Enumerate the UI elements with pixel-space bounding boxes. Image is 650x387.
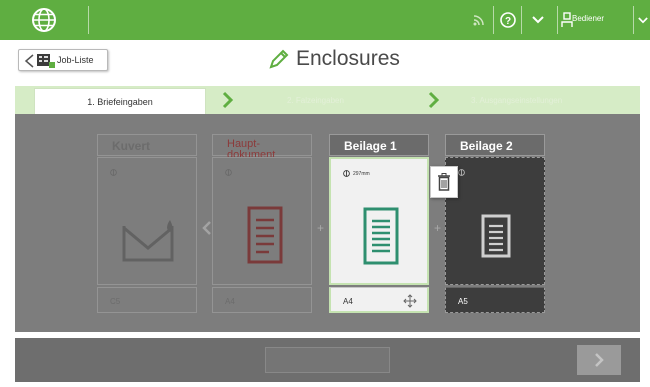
plus-icon: + — [317, 221, 325, 235]
card-body: 297mm — [329, 157, 429, 285]
card-body — [97, 157, 197, 285]
divider — [493, 6, 494, 34]
chevron-right-icon — [222, 91, 234, 109]
card-beilage-1[interactable]: Beilage 1 297mm A4 — [329, 134, 429, 324]
chevron-right-icon — [595, 353, 604, 367]
job-list-back-button[interactable]: Job-Liste — [18, 49, 108, 71]
step-label: 1. Briefeingaben — [87, 97, 153, 107]
pencil-icon — [269, 49, 289, 69]
top-bar: ? Bediener — [0, 0, 650, 40]
card-size: A4 — [212, 287, 312, 313]
card-size: A4 — [329, 287, 429, 313]
svg-text:?: ? — [505, 16, 511, 27]
card-title: Kuvert — [97, 134, 197, 156]
user-menu-chevron-icon[interactable] — [636, 0, 650, 40]
document-icon — [481, 214, 511, 258]
bottom-bar — [15, 338, 640, 382]
measure-icon — [343, 170, 350, 177]
measurement — [458, 169, 468, 176]
card-size: C5 — [97, 287, 197, 313]
divider — [633, 6, 634, 34]
card-kuvert[interactable]: Kuvert C5 — [97, 134, 197, 324]
chevron-left-icon[interactable] — [202, 220, 212, 236]
next-button[interactable] — [577, 345, 621, 375]
back-label: Job-Liste — [57, 55, 94, 65]
divider — [557, 6, 558, 34]
globe-icon[interactable] — [32, 8, 56, 32]
tab-briefeingaben[interactable]: 1. Briefeingaben — [34, 88, 206, 114]
tab-ausgangseinstellungen[interactable]: 3. Ausgangseinstellungen — [471, 96, 562, 105]
card-body — [445, 157, 545, 285]
card-hauptdokument[interactable]: Haupt- dokument A4 — [212, 134, 312, 324]
measurement — [110, 169, 120, 176]
measurement: 297mm — [343, 170, 370, 177]
document-panel: Kuvert C5 Haupt- dokument A4 + Beilage 1… — [15, 114, 640, 332]
card-title: Beilage 1 — [329, 134, 429, 156]
card-body — [212, 157, 312, 285]
page-title: Enclosures — [296, 47, 400, 70]
step-navigation: 1. Briefeingaben 2. Falzeingaben 3. Ausg… — [15, 86, 640, 114]
trash-icon — [438, 173, 450, 191]
measurement — [225, 169, 235, 176]
card-beilage-2[interactable]: Beilage 2 A5 — [445, 134, 545, 324]
divider — [521, 6, 522, 34]
chevron-right-icon — [428, 91, 440, 109]
help-icon[interactable]: ? — [498, 0, 518, 40]
divider — [88, 6, 89, 34]
delete-button[interactable] — [430, 166, 458, 198]
card-title: Beilage 2 — [445, 134, 545, 156]
envelope-icon — [122, 220, 174, 262]
document-icon — [363, 207, 399, 265]
card-size: A5 — [445, 287, 545, 313]
document-icon — [247, 206, 283, 264]
rss-icon[interactable] — [469, 0, 489, 40]
card-title: Haupt- dokument — [212, 134, 312, 161]
plus-icon: + — [434, 221, 442, 235]
tab-falzeingaben[interactable]: 2. Falzeingaben — [287, 96, 344, 105]
arrow-left-icon — [24, 54, 34, 68]
action-button[interactable] — [265, 347, 390, 373]
job-list-icon — [37, 54, 55, 68]
user-name[interactable]: Bediener — [572, 14, 604, 23]
measure-icon — [458, 169, 465, 176]
measure-icon — [110, 169, 117, 176]
page-header: Enclosures — [268, 44, 400, 74]
move-icon[interactable] — [403, 294, 417, 308]
measure-icon — [225, 169, 232, 176]
chevron-down-icon[interactable] — [527, 0, 549, 40]
